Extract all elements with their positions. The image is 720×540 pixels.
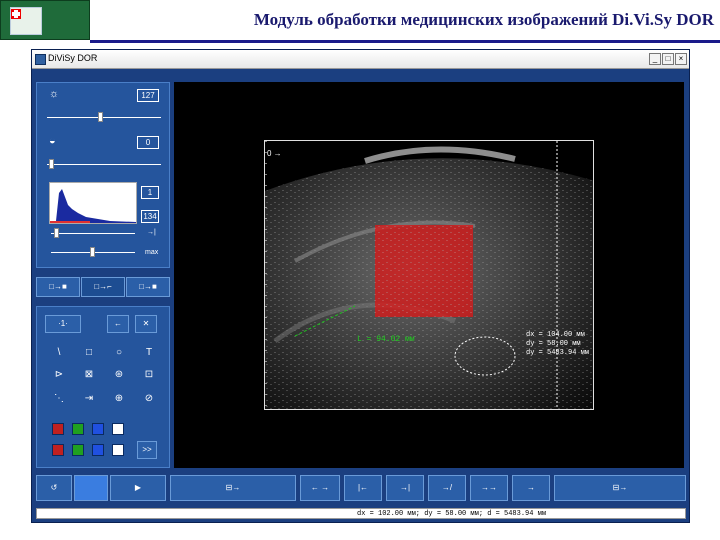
ultrasound-scan — [265, 141, 593, 409]
measure-dx: dx = 104.00 мм — [526, 331, 585, 339]
adjustment-panel: ☼ 127 ◒ 0 1 134 →| max — [36, 82, 170, 268]
app-icon — [35, 54, 46, 65]
step-button[interactable]: →/ — [428, 475, 466, 501]
histogram-max-value[interactable]: 134 — [141, 210, 159, 223]
length-label: L = 94.02 мм — [357, 335, 415, 344]
first-frame-button[interactable]: |← — [344, 475, 382, 501]
transform-button-1[interactable]: □→■ — [36, 277, 80, 297]
transform-button-3[interactable]: □→■ — [126, 277, 170, 297]
red-cross-icon — [11, 9, 21, 19]
zoom-1-button[interactable]: ·1· — [45, 315, 81, 333]
measurement-readout: dx = 104.00 мм dy = 58.00 мм dy = 5483.9… — [526, 331, 589, 358]
window-titlebar: DiViSy DOR _ □ × — [32, 50, 689, 69]
contrast-slider-track[interactable] — [47, 164, 161, 165]
angle-tool-icon[interactable]: ⊳ — [51, 367, 67, 383]
step-both-button[interactable]: ← → — [300, 475, 340, 501]
fill-swatch-blue[interactable] — [92, 444, 104, 456]
density-tool-icon[interactable]: ⊛ — [111, 367, 127, 383]
region-tool-icon[interactable]: ⊠ — [81, 367, 97, 383]
brightness-icon: ☼ — [49, 88, 60, 100]
measure-dy: dy = 58.00 мм — [526, 340, 581, 348]
blank-button[interactable] — [74, 475, 108, 501]
brightness-value[interactable]: 127 — [137, 89, 159, 102]
export-tool-icon[interactable]: ⊡ — [141, 367, 157, 383]
polyline-tool-icon[interactable]: ⋱ — [51, 391, 67, 407]
color-swatch-green[interactable] — [72, 423, 84, 435]
more-colors-button[interactable]: >> — [137, 441, 157, 459]
fill-swatch-green[interactable] — [72, 444, 84, 456]
level-slider-track[interactable] — [51, 233, 135, 234]
measure-d: dy = 5483.94 мм — [526, 349, 590, 357]
play-button[interactable]: ▶ — [110, 475, 166, 501]
title-divider — [90, 40, 720, 43]
transform-button-2[interactable]: □→⌐ — [81, 277, 125, 297]
status-bar: dx = 102.00 мм; dy = 58.00 мм; d = 5483.… — [36, 508, 686, 519]
histogram — [49, 182, 137, 224]
zoom-tool-icon[interactable]: ⊕ — [111, 391, 127, 407]
save-button-right[interactable]: ⊟→ — [554, 475, 686, 501]
reset-button[interactable]: ↺ — [36, 475, 72, 501]
level-slider-thumb[interactable] — [54, 228, 59, 238]
color-swatch-blue[interactable] — [92, 423, 104, 435]
text-tool-icon[interactable]: T — [141, 345, 157, 361]
image-viewport[interactable]: 0 → L = 94.02 мм dx = 104.00 мм dy = 58.… — [174, 82, 684, 468]
window-slider-thumb[interactable] — [90, 247, 95, 257]
clear-button[interactable]: ✕ — [135, 315, 157, 333]
tools-panel: ·1· ← ✕ \ □ ○ T ⊳ ⊠ ⊛ ⊡ ⋱ ⇥ ⊕ ⊘ >> — [36, 306, 170, 468]
fast-forward-button[interactable]: →→ — [470, 475, 508, 501]
ultrasound-image[interactable]: 0 → L = 94.02 мм dx = 104.00 мм dy = 58.… — [264, 140, 594, 410]
rectangle-tool-icon[interactable]: □ — [81, 345, 97, 361]
histogram-min-value[interactable]: 1 — [141, 186, 159, 199]
line-tool-icon[interactable]: \ — [51, 345, 67, 361]
measure-tool-icon[interactable]: ⇥ — [81, 391, 97, 407]
fill-swatch-red[interactable] — [52, 444, 64, 456]
color-swatch-white[interactable] — [112, 423, 124, 435]
ellipse-tool-icon[interactable]: ○ — [111, 345, 127, 361]
status-text: dx = 102.00 мм; dy = 58.00 мм; d = 5483.… — [357, 510, 547, 518]
back-button[interactable]: ← — [107, 315, 129, 333]
brightness-slider-track[interactable] — [47, 117, 161, 118]
depth-marker: 0 → — [267, 149, 282, 158]
bottom-toolbar: ↺ ▶ ⊟→ ← → |← →| →/ →→ → ⊟→ — [36, 473, 688, 503]
pointer-icon: →| — [147, 229, 156, 236]
save-button-left[interactable]: ⊟→ — [170, 475, 296, 501]
close-button[interactable]: × — [675, 53, 687, 65]
last-frame-button[interactable]: →| — [386, 475, 424, 501]
minimize-button[interactable]: _ — [649, 53, 661, 65]
max-label: max — [145, 249, 159, 256]
window-title: DiViSy DOR — [48, 53, 98, 63]
next-button[interactable]: → — [512, 475, 550, 501]
color-swatch-red[interactable] — [52, 423, 64, 435]
rotate-tool-icon[interactable]: ⊘ — [141, 391, 157, 407]
histogram-plot — [50, 189, 136, 223]
contrast-slider-thumb[interactable] — [49, 159, 54, 169]
brightness-slider-thumb[interactable] — [98, 112, 103, 122]
company-logo — [0, 0, 90, 40]
contrast-value[interactable]: 0 — [137, 136, 159, 149]
app-window: DiViSy DOR _ □ × ☼ 127 ◒ 0 1 134 →| max … — [31, 49, 690, 523]
fill-swatch-white[interactable] — [112, 444, 124, 456]
slide-title: Модуль обработки медицинских изображений… — [253, 10, 714, 29]
maximize-button[interactable]: □ — [662, 53, 674, 65]
contrast-icon: ◒ — [49, 135, 56, 147]
